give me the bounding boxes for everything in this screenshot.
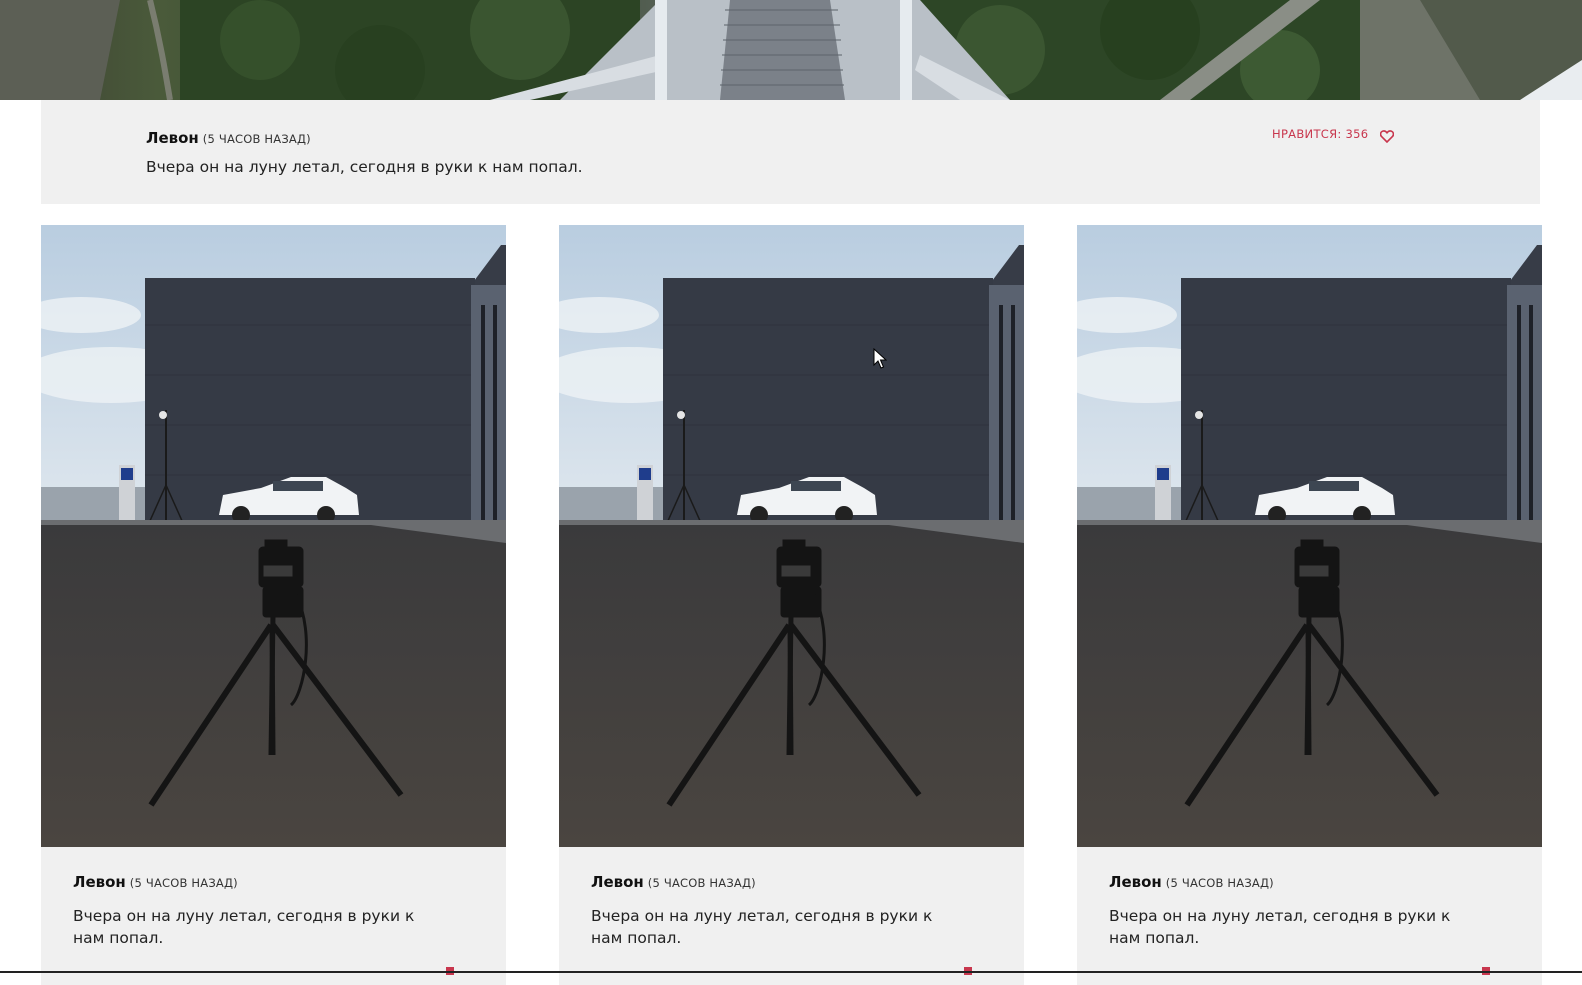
- card-meta: Левон (5 ЧАСОВ НАЗАД): [591, 873, 756, 891]
- post-author[interactable]: Левон: [591, 873, 644, 891]
- post-time: (5 ЧАСОВ НАЗАД): [202, 132, 311, 146]
- post-author[interactable]: Левон: [1109, 873, 1162, 891]
- post-text: Вчера он на луну летал, сегодня в руки к…: [73, 907, 415, 947]
- post-time: (5 ЧАСОВ НАЗАД): [129, 876, 238, 890]
- post-text: Вчера он на луну летал, сегодня в руки к…: [1109, 907, 1451, 947]
- like-control[interactable]: НРАВИТСЯ: 356: [1272, 127, 1395, 143]
- post-card[interactable]: Левон (5 ЧАСОВ НАЗАД) Вчера он на луну ле…: [559, 225, 1024, 985]
- post-photo[interactable]: [41, 225, 506, 847]
- post-time: (5 ЧАСОВ НАЗАД): [647, 876, 756, 890]
- likes-count: НРАВИТСЯ: 356: [1272, 127, 1369, 141]
- post-time: (5 ЧАСОВ НАЗАД): [1165, 876, 1274, 890]
- card-meta: Левон (5 ЧАСОВ НАЗАД): [73, 873, 238, 891]
- featured-post-meta: Левон (5 ЧАСОВ НАЗАД): [146, 129, 311, 147]
- post-author[interactable]: Левон: [73, 873, 126, 891]
- heart-icon[interactable]: [1380, 128, 1395, 143]
- post-text: Вчера он на луну летал, сегодня в руки к…: [146, 158, 583, 176]
- post-author[interactable]: Левон: [146, 129, 199, 147]
- post-card[interactable]: Левон (5 ЧАСОВ НАЗАД) Вчера он на луну ле…: [1077, 225, 1542, 985]
- hero-image: [0, 0, 1582, 100]
- post-text: Вчера он на луну летал, сегодня в руки к…: [591, 907, 933, 947]
- post-photo[interactable]: [1077, 225, 1542, 847]
- post-card[interactable]: Левон (5 ЧАСОВ НАЗАД) Вчера он на луну ле…: [41, 225, 506, 985]
- featured-post: Левон (5 ЧАСОВ НАЗАД) Вчера он на луну ле…: [41, 100, 1540, 204]
- post-photo[interactable]: [559, 225, 1024, 847]
- card-meta: Левон (5 ЧАСОВ НАЗАД): [1109, 873, 1274, 891]
